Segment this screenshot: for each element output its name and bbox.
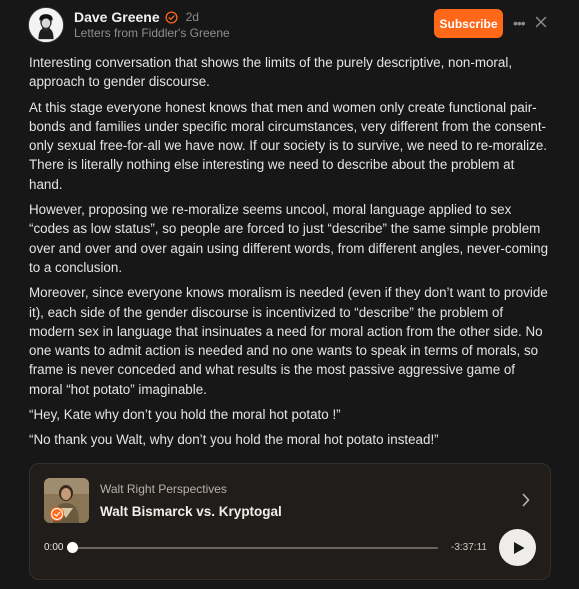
post-root: Dave Greene 2d Letters from Fiddler's Gr… [0,0,579,589]
podcast-episode-title[interactable]: Walt Bismarck vs. Kryptogal [100,504,282,519]
post-time: 2d [185,10,199,24]
podcast-embed[interactable]: Walt Right Perspectives Walt Bismarck vs… [29,463,551,580]
more-horizontal-icon[interactable]: ••• [513,14,527,32]
chevron-right-icon[interactable] [520,492,532,508]
play-icon [514,541,525,554]
post-paragraph: Moreover, since everyone knows moralism … [29,285,548,397]
progress-knob[interactable] [67,542,78,553]
remaining-time: -3:37:11 [451,542,487,553]
author-name[interactable]: Dave Greene [74,9,160,25]
post-paragraph: “No thank you Walt, why don’t you hold t… [29,432,439,448]
post-paragraph: However, proposing we re-moralize seems … [29,202,549,275]
publication-name[interactable]: Letters from Fiddler's Greene [74,26,230,40]
podcast-show-name: Walt Right Perspectives [100,482,227,496]
close-icon[interactable] [535,16,547,28]
subscribe-button[interactable]: Subscribe [434,9,503,38]
post-header: Dave Greene 2d Letters from Fiddler's Gr… [28,5,551,45]
post-paragraph: Interesting conversation that shows the … [29,55,513,90]
verified-badge-icon [165,10,178,24]
post-body: Interesting conversation that shows the … [29,53,551,456]
play-button[interactable] [499,529,536,566]
post-paragraph: “Hey, Kate why don’t you hold the moral … [29,407,341,423]
elapsed-time: 0:00 [44,542,64,553]
podcast-thumbnail[interactable] [44,478,89,523]
post-paragraph: At this stage everyone honest knows that… [29,99,547,192]
author-row: Dave Greene 2d [74,9,199,25]
author-avatar[interactable] [28,7,64,43]
progress-track[interactable] [72,547,438,549]
